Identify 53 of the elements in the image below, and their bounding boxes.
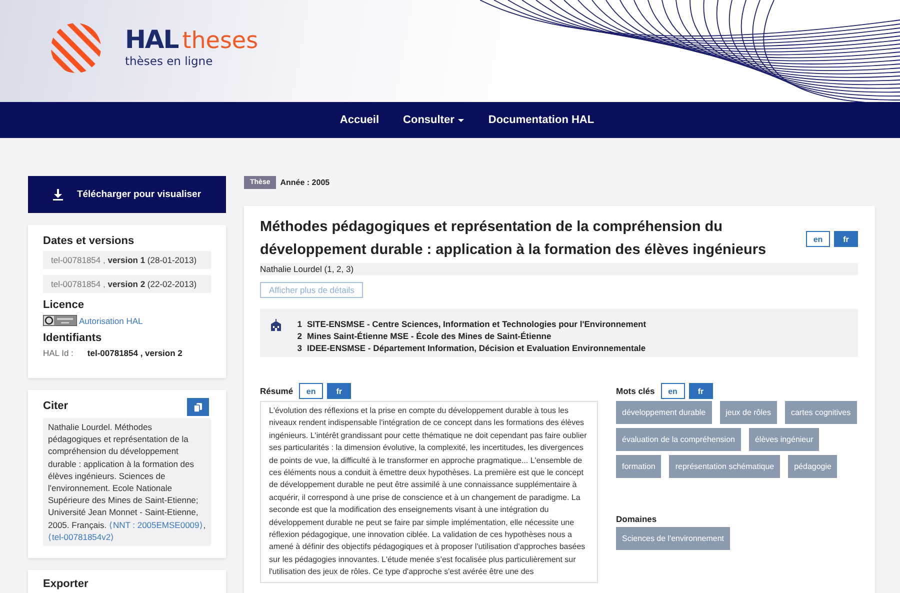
language-toggle[interactable]: fr <box>327 383 352 399</box>
section-title: Exporter <box>43 578 90 590</box>
abstract-text: L'évolution des réflexions et la prise en compte du développement durable à tous les niveaux rendent indispensable l'intégration de ce concept dans les formations des élèves ingénieurs. L'intérêt grandissant pour cette thématique ne doit cependant pas faire oublier ses particularités : la dimension évolutive, la complexité, les incertitudes, les divergences de points de vue, la difficulté à le transformer en approche pragmatique... L'ensemble de ces éléments nous a conduit à émettre deux hypothèses. La première est que le concept de développement durable ne peut être assimilé à une connaissance supplémentaire à acquérir, il correspond à une prise de conscience et à un changement de paradigme. La seconde est que la modification des enseignements visant à une intégration du développement durable ne peut se faire par simple implémentation, elle nécessite une réflexion pédagogique, une innovation ciblée. La validation de ces hypothèses nous a amené à définir des objectifs pédagogiques et à proposer l'utilisation d'approches basées sur les pédagogies innovantes. L'étude menée s'est focalisée plus particulièrement sur l'utilisation des jeux de rôles. Ce type d'approche s'est avérée être une des <box>260 401 598 583</box>
language-toggle[interactable]: en <box>806 231 830 247</box>
year-label: Année : 2005 <box>280 178 330 187</box>
nav-link[interactable]: Consulter <box>403 114 464 126</box>
download-icon <box>52 188 63 200</box>
language-toggle[interactable]: en <box>299 383 324 399</box>
section-title: Domaines <box>616 514 658 524</box>
nav-link[interactable]: Documentation HAL <box>488 114 594 126</box>
brand-suffix: theses <box>182 29 258 53</box>
language-toggle[interactable]: fr <box>688 383 713 399</box>
keyword-tag[interactable]: cartes cognitives <box>784 401 857 424</box>
keyword-tag[interactable]: représentation schématique <box>669 455 780 478</box>
domain-tag[interactable]: Sciences de l'environnement <box>616 527 730 550</box>
section-title: Résumé <box>260 386 294 396</box>
keyword-tag[interactable]: élèves ingénieur <box>748 428 820 451</box>
keyword-tag[interactable]: évaluation de la compréhension <box>616 428 741 451</box>
language-toggle[interactable]: en <box>660 383 685 399</box>
keyword-tag[interactable]: jeux de rôles <box>720 401 777 424</box>
section-title: Citer <box>43 400 68 412</box>
nav-link[interactable]: Accueil <box>340 114 380 126</box>
citation-link[interactable]: ⟨NNT : 2005EMSE0009⟩ <box>108 520 204 530</box>
licence-link[interactable]: Autorisation HAL <box>79 316 143 326</box>
section-title: Dates et versions <box>43 235 136 247</box>
citation-link[interactable]: ⟨tel-00781854v2⟩ <box>48 532 115 542</box>
keyword-tag[interactable]: pédagogie <box>788 455 838 478</box>
brand-name: HAL <box>125 28 178 52</box>
citation-text: Nathalie Lourdel. Méthodes pédagogiques et représentation de la compréhension du développement durable : application à la formation des élèves ingénieurs. Sciences de l'environnement. Ecole Nationale Supérieure des Mines de Saint-Etienne; Université Jean Monnet - Saint-Etienne, 2005. Français. ⟨NNT : 2005EMSE0009⟩, ⟨tel-00781854v2⟩ <box>43 418 211 546</box>
affiliation-number: 1 <box>296 318 302 330</box>
license-badge-icon <box>43 315 77 326</box>
affiliation-number: 3 <box>296 342 302 354</box>
affiliation-name: SITE-ENSMSE - Centre Sciences, Information et Technologies pour l'Environnement <box>307 318 646 330</box>
building-icon <box>270 319 282 331</box>
tagline: thèses en ligne <box>125 54 214 68</box>
keyword-tag[interactable]: développement durable <box>616 401 712 424</box>
field-label: HAL Id : <box>43 348 74 358</box>
section-title: Mots clés <box>616 386 655 396</box>
section-title: Identifiants <box>43 332 103 344</box>
keyword-tag[interactable]: formation <box>616 455 662 478</box>
version-link[interactable]: tel-00781854 , version 2 (22-02-2013) <box>43 275 211 293</box>
language-toggle[interactable]: fr <box>834 231 858 247</box>
version-link[interactable]: tel-00781854 , version 1 (28-01-2013) <box>43 251 211 269</box>
document-title: Méthodes pédagogiques et représentation de la compréhension du développement durable : application à la formation des élèves ingénieurs <box>260 218 768 260</box>
affiliation-name: IDEE-ENSMSE - Département Information, Décision et Evaluation Environnementale <box>307 342 646 354</box>
download-button[interactable]: Télécharger pour visualiser <box>28 176 226 213</box>
section-title: Licence <box>43 299 85 311</box>
affiliation-number: 2 <box>296 330 302 342</box>
copy-icon <box>194 402 202 412</box>
logo-icon <box>50 22 102 74</box>
hal-id: tel-00781854 , version 2 <box>87 348 182 358</box>
copy-button[interactable] <box>187 398 209 416</box>
affiliation-name: Mines Saint-Étienne MSE - École des Mines de Saint-Étienne <box>307 330 552 342</box>
